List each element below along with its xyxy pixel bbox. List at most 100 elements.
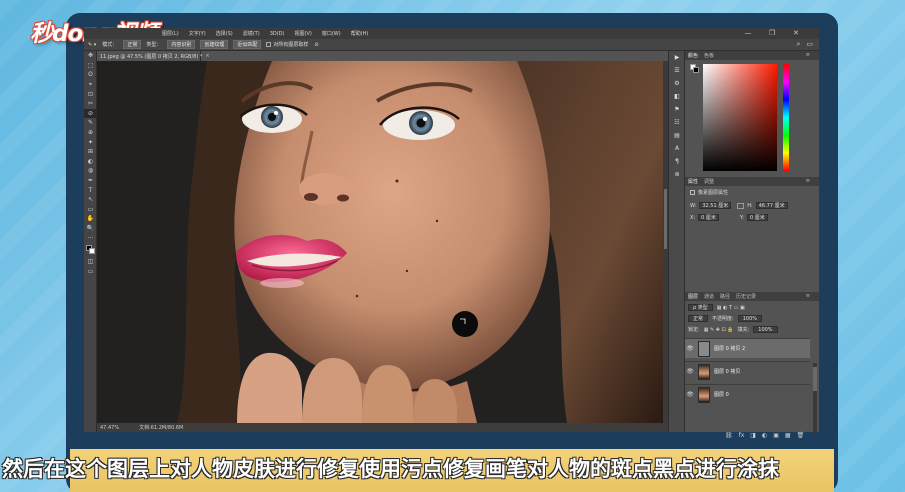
link-layers-icon[interactable]: ⛓ — [725, 432, 733, 439]
tab-channels[interactable]: 通道 — [704, 293, 714, 300]
panel-menu-icon[interactable]: ≡ — [806, 178, 810, 184]
hand-tool-icon[interactable]: ✋ — [84, 214, 97, 224]
tab-layers[interactable]: 图层 — [688, 293, 698, 300]
gradient-tool-icon[interactable]: ◐ — [84, 157, 97, 167]
adjustments-icon[interactable]: ▤ — [669, 129, 685, 142]
close-tab-icon[interactable]: × — [205, 53, 209, 59]
trash-icon[interactable]: 🗑 — [797, 432, 805, 439]
layer-name[interactable]: 图层 0 拷贝 — [714, 368, 740, 375]
panel-menu-icon[interactable]: ≡ — [806, 293, 810, 299]
eye-icon[interactable]: 👁 — [685, 391, 695, 398]
paragraph-icon[interactable]: ¶ — [669, 155, 685, 168]
menu-item[interactable]: 窗口(W) — [322, 30, 341, 37]
brush-preset-icon[interactable]: ✎ ▾ — [88, 42, 96, 48]
mode-select[interactable]: 正常 — [123, 40, 142, 49]
layer-row-copy-2[interactable]: 👁 图层 0 拷贝 2 — [685, 338, 810, 358]
tab-color[interactable]: 颜色 — [688, 52, 698, 59]
libraries-icon[interactable]: ☷ — [669, 116, 685, 129]
pressure-icon[interactable]: ⊘ — [314, 42, 318, 48]
clone-source-icon[interactable]: ⚑ — [669, 103, 685, 116]
type-content-aware-button[interactable]: 内容识别 — [167, 40, 196, 49]
color-swatches[interactable] — [84, 243, 97, 257]
marquee-tool-icon[interactable]: ⬚ — [84, 61, 97, 71]
pen-tool-icon[interactable]: ✒ — [84, 176, 97, 186]
more-tools-icon[interactable]: ··· — [84, 233, 97, 243]
blend-mode-select[interactable]: 正常 — [688, 315, 709, 322]
y-field[interactable]: 0 厘米 — [746, 214, 768, 221]
slice-tool-icon[interactable]: ✂ — [84, 99, 97, 109]
character-icon[interactable]: A — [669, 142, 685, 155]
background-color-swatch[interactable] — [89, 247, 95, 254]
brush-tool-icon[interactable]: ✎ — [84, 118, 97, 128]
panel-menu-icon[interactable]: ≡ — [806, 52, 810, 58]
background-color-chip[interactable] — [693, 67, 699, 73]
eye-icon[interactable]: 👁 — [685, 368, 695, 375]
eraser-tool-icon[interactable]: ⊞ — [84, 147, 97, 157]
layers-scrollbar[interactable] — [813, 363, 817, 433]
tab-adjustments[interactable]: 调整 — [704, 178, 714, 185]
menu-item[interactable]: 选择(S) — [216, 30, 233, 37]
settings-icon[interactable]: ⚙ — [669, 77, 685, 90]
x-field[interactable]: 0 厘米 — [698, 214, 719, 221]
dodge-tool-icon[interactable]: ◍ — [84, 166, 97, 176]
tab-paths[interactable]: 路径 — [720, 293, 730, 300]
group-icon[interactable]: ▣ — [773, 432, 779, 439]
menu-item[interactable]: 图层(L) — [162, 30, 179, 37]
layer-name[interactable]: 图层 0 — [714, 391, 729, 398]
history-brush-tool-icon[interactable]: ✦ — [84, 137, 97, 147]
quick-select-tool-icon[interactable]: ⌖ — [84, 80, 97, 90]
layer-row-copy[interactable]: 👁 图层 0 拷贝 — [685, 361, 810, 381]
new-layer-icon[interactable]: ▦ — [785, 432, 791, 439]
layer-name[interactable]: 图层 0 拷贝 2 — [714, 345, 745, 352]
play-icon[interactable]: ▶ — [669, 51, 685, 64]
tab-history[interactable]: 历史记录 — [736, 293, 756, 300]
lasso-tool-icon[interactable]: ʘ — [84, 70, 97, 80]
move-tool-icon[interactable]: ✥ — [84, 51, 97, 61]
minimize-icon[interactable]: — — [741, 29, 755, 37]
tab-swatches[interactable]: 色板 — [704, 52, 714, 59]
fill-field[interactable]: 100% — [753, 326, 778, 333]
close-icon[interactable]: ✕ — [789, 29, 803, 37]
document-info[interactable]: 文档:61.2M/80.6M — [139, 424, 183, 431]
shape-tool-icon[interactable]: ▭ — [84, 205, 97, 215]
scroll-thumb[interactable] — [813, 367, 817, 391]
glyphs-icon[interactable]: ⊛ — [669, 168, 685, 181]
restore-icon[interactable]: ❐ — [765, 29, 779, 37]
history-icon[interactable]: ☰ — [669, 64, 685, 77]
lock-icons[interactable]: ▦ ✎ ✥ ⊡ 🔒 — [704, 327, 734, 333]
brush-settings-icon[interactable]: ◧ — [669, 90, 685, 103]
fx-icon[interactable]: fx — [739, 432, 745, 439]
menu-item[interactable]: 3D(D) — [270, 31, 285, 37]
zoom-tool-icon[interactable]: 🔍 — [84, 224, 97, 234]
image-canvas[interactable] — [97, 61, 663, 423]
zoom-level[interactable]: 47.47% — [100, 425, 119, 431]
tab-properties[interactable]: 属性 — [688, 178, 698, 185]
adjustment-layer-icon[interactable]: ◐ — [762, 432, 767, 439]
search-icon[interactable]: ⌕ — [796, 40, 800, 49]
height-field[interactable]: 46.77 厘米 — [755, 202, 788, 209]
link-icon[interactable] — [737, 202, 745, 209]
layer-kind-filter[interactable]: ρ 类型 — [688, 304, 713, 311]
filter-icons[interactable]: ▦ ◐ T ▭ ▣ — [717, 305, 745, 311]
type-create-texture-button[interactable]: 创建纹理 — [200, 40, 229, 49]
eye-icon[interactable]: 👁 — [685, 345, 695, 352]
quick-mask-icon[interactable]: ◫ — [84, 257, 97, 267]
add-mask-icon[interactable]: ◨ — [750, 432, 756, 439]
workspace-icon[interactable]: ▭ — [806, 40, 813, 49]
layer-row-base[interactable]: 👁 图层 0 — [685, 384, 810, 404]
width-field[interactable]: 32.51 厘米 — [699, 202, 732, 209]
menu-item[interactable]: 滤镜(T) — [243, 30, 260, 37]
hue-slider[interactable] — [783, 64, 789, 171]
crop-tool-icon[interactable]: ⊡ — [84, 89, 97, 99]
opacity-field[interactable]: 100% — [737, 315, 762, 322]
menu-item[interactable]: 文字(Y) — [189, 30, 206, 37]
path-select-tool-icon[interactable]: ↖ — [84, 195, 97, 205]
menu-item[interactable]: 帮助(H) — [351, 30, 369, 37]
color-picker-field[interactable] — [703, 64, 777, 171]
spot-healing-brush-tool-icon[interactable]: ⊘ — [84, 108, 97, 119]
scroll-thumb[interactable] — [664, 189, 667, 249]
type-proximity-match-button[interactable]: 近似匹配 — [233, 40, 262, 49]
document-tab[interactable]: 11.jpeg @ 47.5% (图层 0 拷贝 2, RGB/8) * × — [97, 51, 210, 61]
type-tool-icon[interactable]: T — [84, 185, 97, 195]
clone-stamp-tool-icon[interactable]: ⊕ — [84, 128, 97, 138]
